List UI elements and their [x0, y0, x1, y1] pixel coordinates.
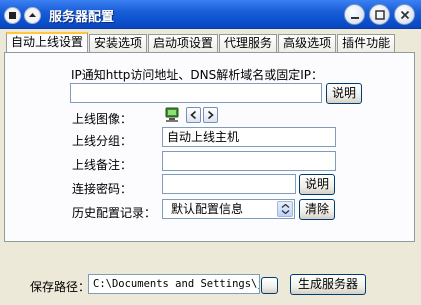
window-title: 服务器配置: [49, 10, 115, 25]
tab-advanced-options[interactable]: 高级选项: [278, 34, 337, 53]
bottom-bar: 保存路径： C:\Documents and Settings\ji 生成服务器: [0, 242, 421, 305]
tab-proxy-service[interactable]: 代理服务: [219, 34, 278, 53]
rollup-icon[interactable]: [24, 7, 41, 24]
browse-button[interactable]: [261, 277, 278, 294]
image-label: 上线图像：: [72, 112, 133, 126]
remark-input[interactable]: [162, 151, 336, 171]
system-menu-icon[interactable]: [4, 7, 21, 24]
save-path-input[interactable]: C:\Documents and Settings\ji: [88, 274, 260, 294]
password-input[interactable]: [162, 174, 296, 194]
save-path-label: 保存路径：: [30, 280, 91, 294]
tab-panel: IP通知http访问地址、DNS解析域名或固定IP： 说明 上线图像： 上线分组…: [4, 52, 415, 242]
password-label: 连接密码：: [72, 182, 133, 196]
tab-startup-settings[interactable]: 启动项设置: [148, 34, 219, 53]
history-label: 历史配置记录：: [72, 206, 157, 220]
group-label: 上线分组：: [72, 134, 133, 148]
clear-button[interactable]: 清除: [299, 199, 335, 220]
history-selected-value: 默认配置信息: [171, 202, 244, 216]
tab-strip: 自动上线设置 安装选项 启动项设置 代理服务 高级选项 插件功能: [6, 32, 396, 53]
title-bar: 服务器配置: [0, 0, 421, 29]
minimize-button[interactable]: [344, 4, 365, 25]
maximize-button[interactable]: [369, 4, 390, 25]
tab-install-options[interactable]: 安装选项: [89, 34, 148, 53]
tab-plugins[interactable]: 插件功能: [337, 34, 396, 53]
close-button[interactable]: [394, 4, 415, 25]
password-help-button[interactable]: 说明: [299, 174, 335, 195]
dns-label: IP通知http访问地址、DNS解析域名或固定IP：: [71, 68, 324, 82]
prev-image-button[interactable]: [186, 107, 201, 123]
computer-icon: [164, 107, 180, 126]
history-select[interactable]: 默认配置信息: [162, 199, 295, 219]
tab-auto-online[interactable]: 自动上线设置: [6, 32, 89, 53]
dns-input[interactable]: [70, 83, 322, 103]
next-image-button[interactable]: [203, 107, 218, 123]
generate-server-button[interactable]: 生成服务器: [290, 274, 366, 295]
group-input[interactable]: 自动上线主机: [162, 127, 336, 147]
remark-label: 上线备注：: [72, 158, 133, 172]
dropdown-arrow-icon[interactable]: [277, 201, 293, 217]
dns-help-button[interactable]: 说明: [326, 83, 362, 104]
